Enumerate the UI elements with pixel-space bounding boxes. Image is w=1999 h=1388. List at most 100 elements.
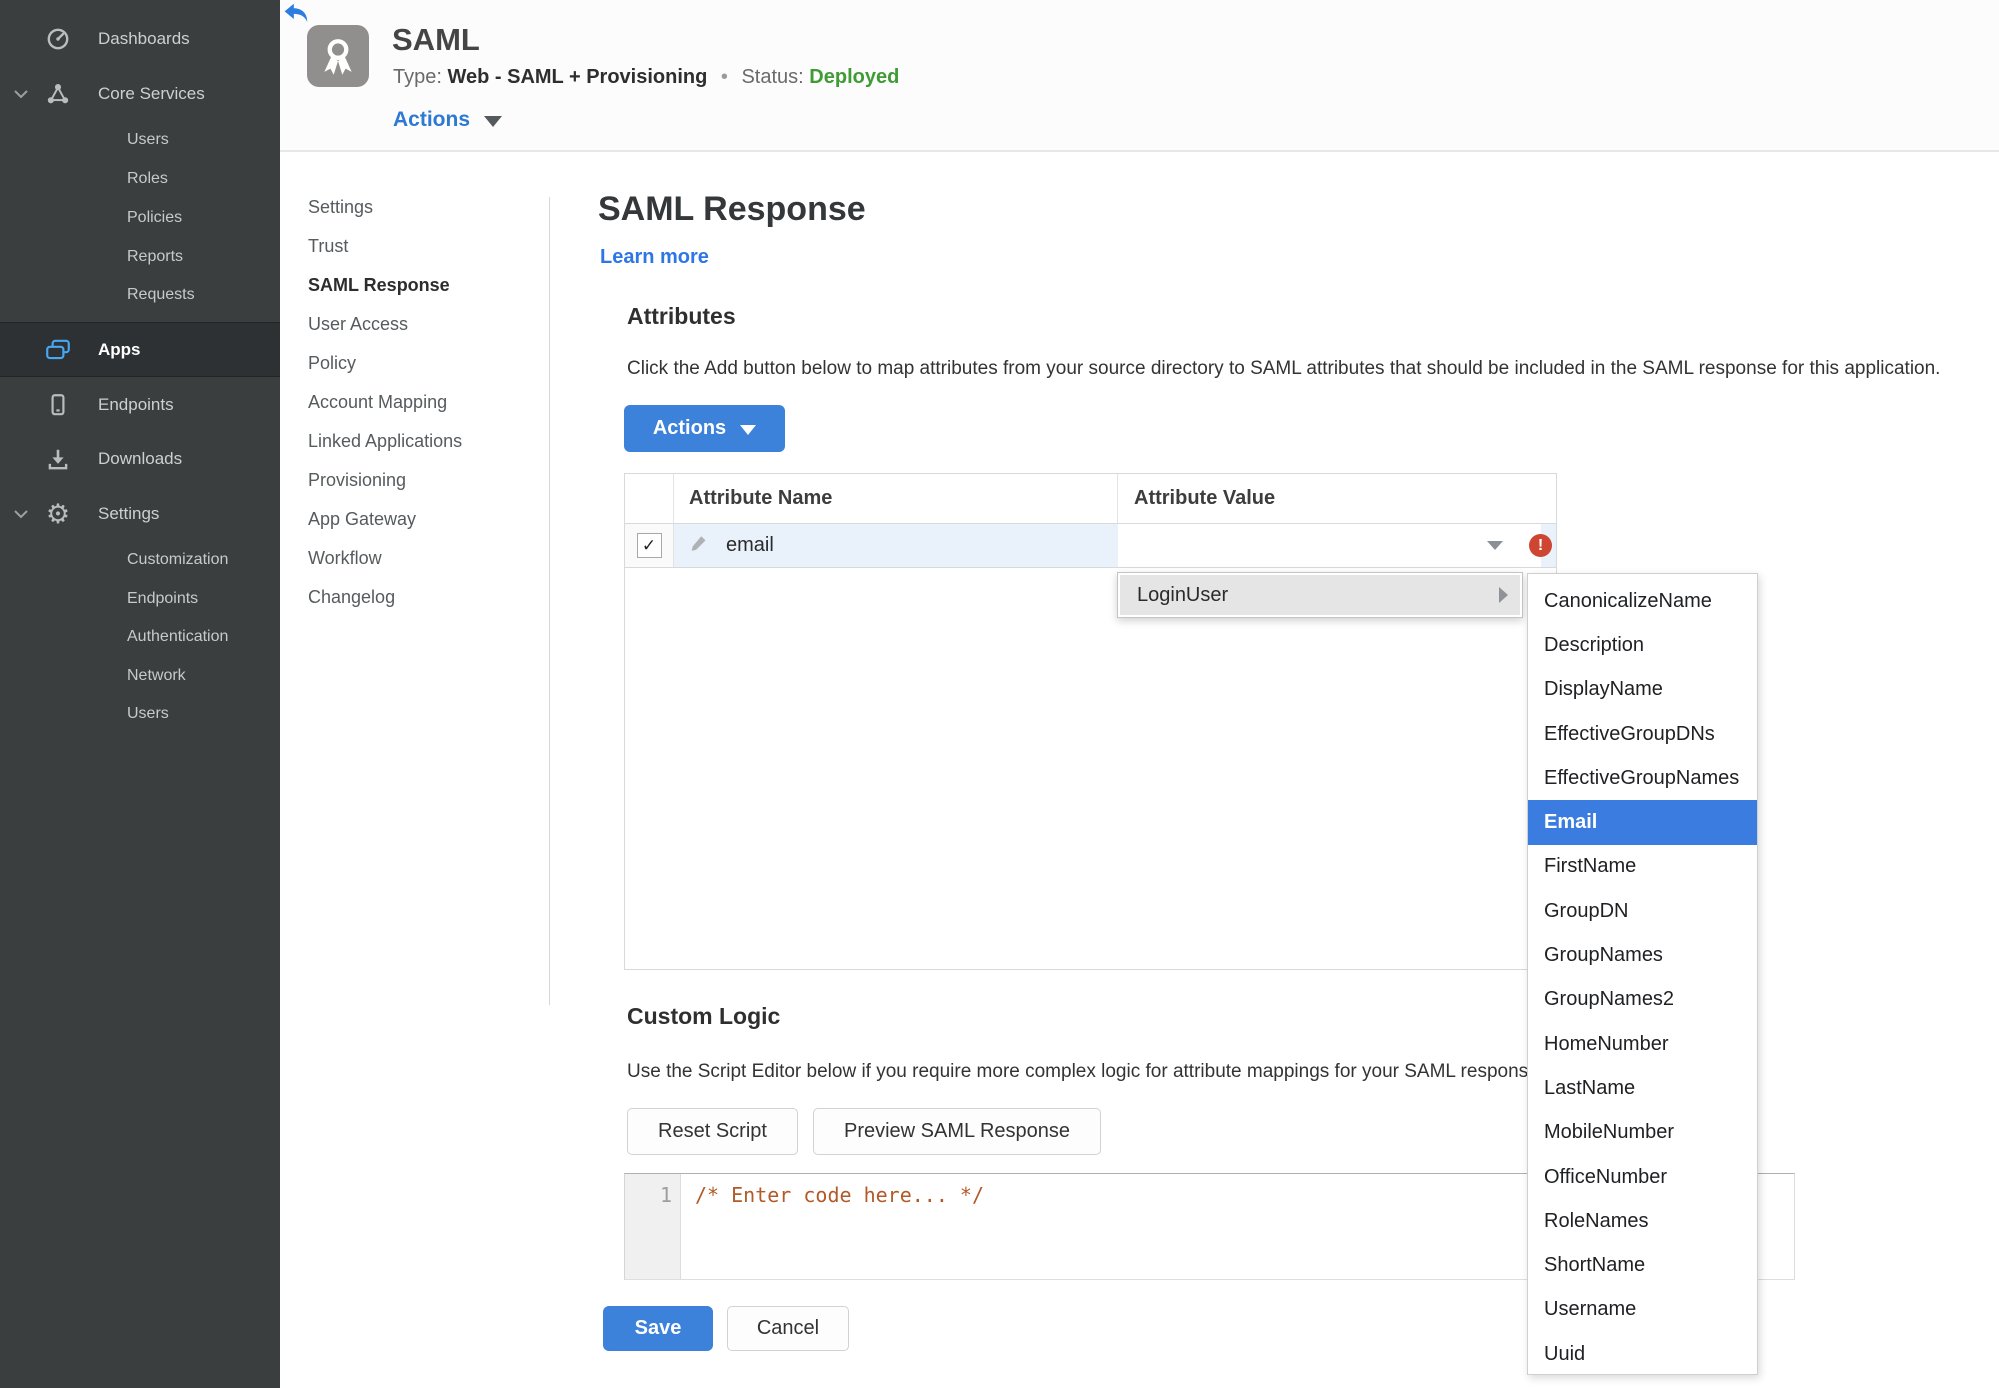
page-title: SAML Response [598,190,866,228]
attribute-value-column-header: Attribute Value [1134,487,1276,509]
app-title: SAML [392,22,480,57]
submenu-item-groupdn[interactable]: GroupDN [1528,889,1757,933]
custom-logic-heading: Custom Logic [627,1003,781,1029]
apps-icon [44,336,72,364]
sidebar-item-label: Apps [98,339,141,359]
primary-sidebar: Dashboards Core Services Users Roles Pol… [0,0,280,1388]
meta-separator: • [720,66,728,88]
editor-line-number: 1 [625,1174,681,1279]
sidebar-item-users[interactable]: Users [0,122,280,158]
chevron-down-icon [13,507,31,521]
sidebar-item-label: Dashboards [98,29,190,48]
attribute-name-value: email [726,534,774,556]
attribute-submenu: CanonicalizeName Description DisplayName… [1527,573,1758,1375]
preview-saml-response-button[interactable]: Preview SAML Response [813,1108,1101,1155]
chevron-down-icon [740,424,757,435]
menu-item-loginuser[interactable]: LoginUser [1120,575,1520,615]
sidebar-item-customization[interactable]: Customization [0,542,280,578]
sidebar-item-network[interactable]: Network [0,658,280,694]
submenu-item-effectivegroupdns[interactable]: EffectiveGroupDNs [1528,712,1757,756]
sidebar-item-settings-users[interactable]: Users [0,696,280,732]
submenu-item-uuid[interactable]: Uuid [1528,1332,1757,1374]
app-config-subnav: Settings Trust SAML Response User Access… [308,188,543,617]
submenu-item-effectivegroupnames[interactable]: EffectiveGroupNames [1528,756,1757,800]
sidebar-item-downloads[interactable]: Downloads [0,441,280,477]
select-column-header [625,474,674,523]
type-label: Type: [393,66,442,88]
subnav-item-workflow[interactable]: Workflow [308,539,543,578]
attributes-actions-button[interactable]: Actions [624,405,785,452]
subnav-item-user-access[interactable]: User Access [308,305,543,344]
submenu-item-displayname[interactable]: DisplayName [1528,668,1757,712]
sidebar-item-label: Core Services [98,84,205,103]
table-header-row: Attribute Name Attribute Value [625,474,1556,524]
attribute-value-dropdown[interactable] [1118,524,1541,567]
custom-logic-description: Use the Script Editor below if you requi… [627,1061,1544,1082]
row-select-cell: ✓ [625,524,674,567]
subnav-item-provisioning[interactable]: Provisioning [308,461,543,500]
app-meta-line: Type: Web - SAML + Provisioning • Status… [393,66,899,89]
cancel-button[interactable]: Cancel [727,1306,849,1351]
download-icon [44,445,72,473]
sidebar-item-authentication[interactable]: Authentication [0,619,280,655]
submenu-item-homenumber[interactable]: HomeNumber [1528,1022,1757,1066]
submenu-item-shortname[interactable]: ShortName [1528,1243,1757,1287]
sidebar-item-requests[interactable]: Requests [0,277,280,313]
sidebar-item-apps-active[interactable]: Apps [0,322,280,377]
submenu-arrow-icon [1499,587,1508,603]
submenu-item-mobilenumber[interactable]: MobileNumber [1528,1111,1757,1155]
submenu-item-groupnames[interactable]: GroupNames [1528,933,1757,977]
error-icon: ! [1529,534,1552,557]
learn-more-link[interactable]: Learn more [600,246,709,269]
submenu-item-description[interactable]: Description [1528,623,1757,667]
status-badge: Deployed [809,66,900,88]
pencil-icon [689,533,709,558]
subnav-item-app-gateway[interactable]: App Gateway [308,500,543,539]
submenu-item-email-selected[interactable]: Email [1528,800,1757,845]
submenu-item-username[interactable]: Username [1528,1288,1757,1332]
attribute-value-cell: ! [1118,524,1556,567]
subnav-item-trust[interactable]: Trust [308,227,543,266]
attribute-name-cell[interactable]: email [674,524,1118,567]
subnav-item-policy[interactable]: Policy [308,344,543,383]
submenu-item-groupnames2[interactable]: GroupNames2 [1528,978,1757,1022]
reset-script-button[interactable]: Reset Script [627,1108,798,1155]
attributes-table: Attribute Name Attribute Value ✓ email ! [624,473,1557,970]
back-arrow-icon[interactable] [283,2,309,24]
gear-icon: ⚙ [45,498,71,529]
subnav-item-changelog[interactable]: Changelog [308,578,543,617]
save-button[interactable]: Save [603,1306,713,1351]
type-value: Web - SAML + Provisioning [447,66,708,88]
chevron-down-icon [484,116,503,127]
subnav-item-linked-applications[interactable]: Linked Applications [308,422,543,461]
subnav-item-account-mapping[interactable]: Account Mapping [308,383,543,422]
header-actions-menu[interactable]: Actions [393,108,503,132]
attributes-description: Click the Add button below to map attrib… [627,358,1941,379]
attributes-heading: Attributes [627,303,736,329]
subnav-divider [549,197,550,1005]
sidebar-item-reports[interactable]: Reports [0,239,280,275]
sidebar-item-dashboards[interactable]: Dashboards [0,21,280,57]
attribute-name-column-header: Attribute Name [674,474,1118,523]
submenu-item-officenumber[interactable]: OfficeNumber [1528,1155,1757,1199]
table-row: ✓ email ! [625,524,1556,568]
row-checkbox[interactable]: ✓ [636,533,662,558]
submenu-item-rolenames[interactable]: RoleNames [1528,1199,1757,1243]
chevron-down-icon [13,87,31,101]
sidebar-item-settings[interactable]: ⚙ Settings [0,496,280,532]
subnav-item-settings[interactable]: Settings [308,188,543,227]
submenu-item-canonicalizename[interactable]: CanonicalizeName [1528,579,1757,623]
subnav-item-saml-response[interactable]: SAML Response [308,266,543,305]
gauge-icon [44,25,72,53]
saml-app-config-page: { "sidebar": { "items": ["Dashboards","C… [0,0,1999,1388]
sidebar-item-settings-endpoints[interactable]: Endpoints [0,581,280,617]
sidebar-item-core-services[interactable]: Core Services [0,76,280,112]
submenu-item-lastname[interactable]: LastName [1528,1066,1757,1110]
sidebar-item-roles[interactable]: Roles [0,161,280,197]
sidebar-item-policies[interactable]: Policies [0,200,280,236]
core-services-icon [44,80,72,108]
tablet-icon [44,391,72,419]
submenu-item-firstname[interactable]: FirstName [1528,845,1757,889]
sidebar-item-endpoints[interactable]: Endpoints [0,387,280,423]
app-badge-icon [307,25,369,87]
